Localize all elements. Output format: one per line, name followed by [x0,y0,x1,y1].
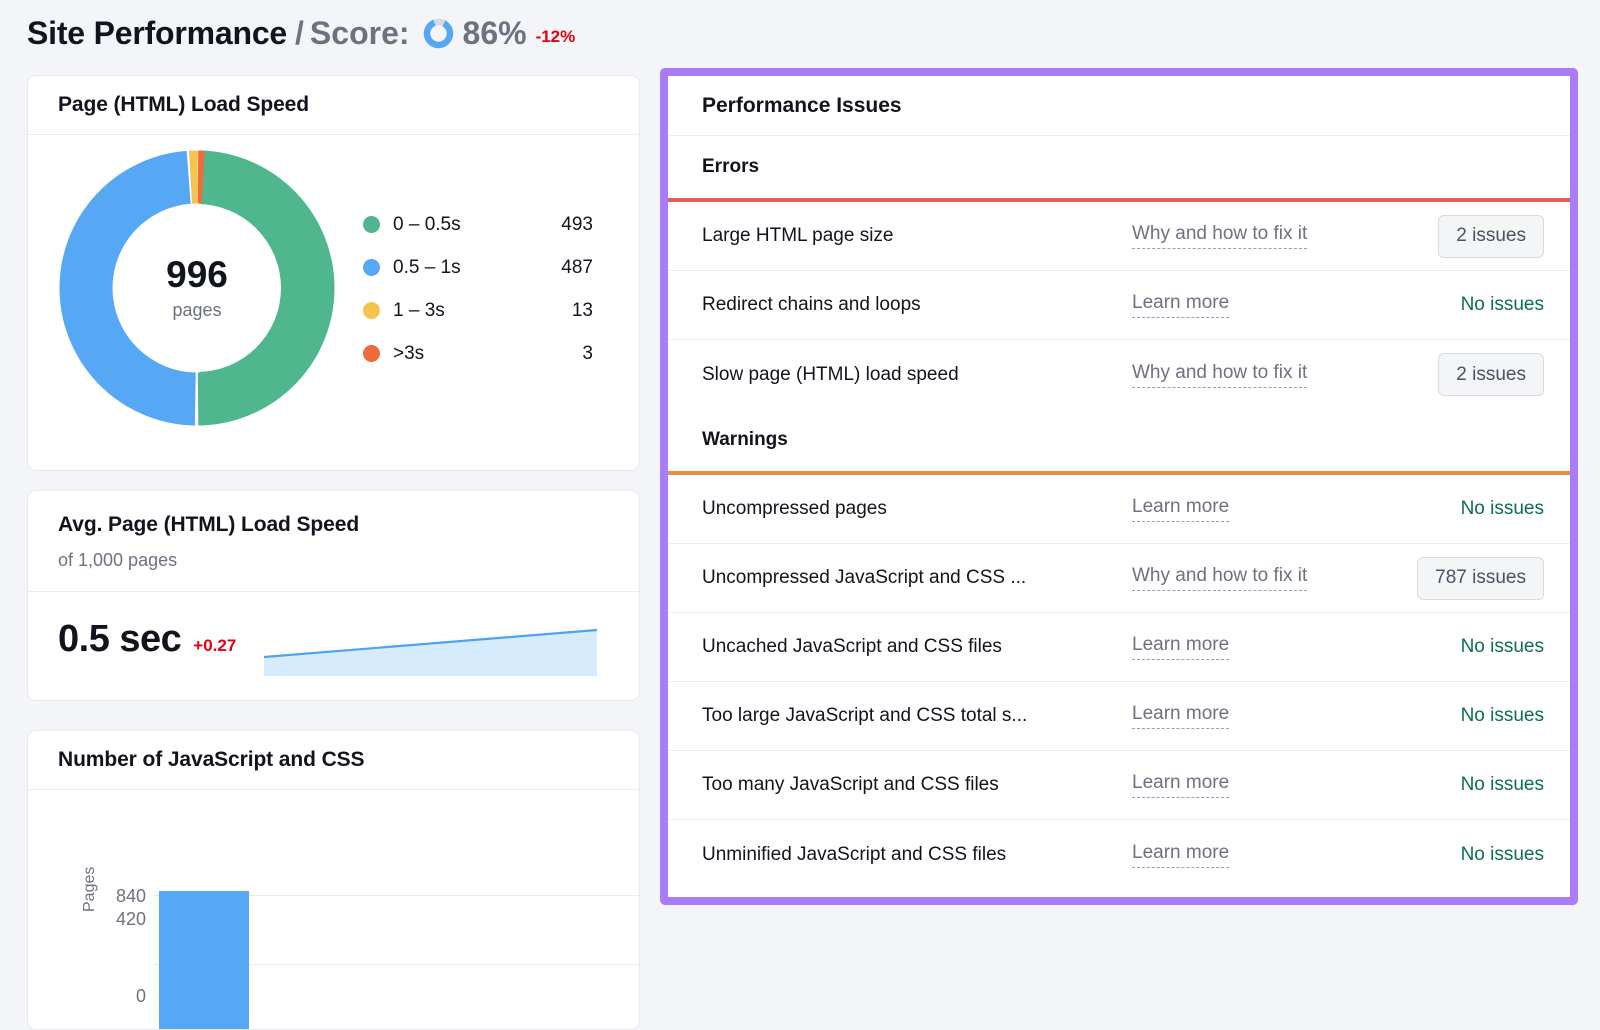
donut-legend: 0 – 0.5s 493 0.5 – 1s 487 1 – 3s 13 >3s … [363,203,593,375]
legend-label: 0.5 – 1s [393,257,539,279]
load-speed-donut-chart: 996 pages [59,150,335,426]
no-issues-label: No issues [1461,636,1544,658]
issue-help-link[interactable]: Learn more [1132,496,1229,522]
section-header-errors: Errors [668,136,1570,198]
issue-help-link[interactable]: Learn more [1132,842,1229,868]
issue-row[interactable]: Slow page (HTML) load speed Why and how … [668,340,1570,409]
legend-label: 0 – 0.5s [393,214,539,236]
issue-count-badge[interactable]: 2 issues [1438,215,1544,258]
legend-value: 487 [539,257,593,279]
legend-value: 3 [539,343,593,365]
legend-color-swatch [363,259,380,276]
issue-count-badge[interactable]: 787 issues [1417,557,1544,600]
legend-value: 493 [539,214,593,236]
issue-name: Uncompressed JavaScript and CSS ... [702,567,1132,589]
issue-status: No issues [1394,774,1544,796]
issue-help-link[interactable]: Learn more [1132,703,1229,729]
issue-status: No issues [1394,705,1544,727]
section-header-warnings: Warnings [668,409,1570,471]
donut-chart-body: 996 pages 0 – 0.5s 493 0.5 – 1s 487 1 [28,135,639,471]
js-css-bar-chart: Pages 840 420 0 [28,800,640,1030]
issue-status: No issues [1394,844,1544,866]
legend-item: 1 – 3s 13 [363,289,593,332]
no-issues-label: No issues [1461,774,1544,796]
card-title: Avg. Page (HTML) Load Speed [58,513,639,537]
card-header: Avg. Page (HTML) Load Speed of 1,000 pag… [28,491,639,592]
issue-name: Redirect chains and loops [702,294,1132,316]
issue-name: Large HTML page size [702,225,1132,247]
issue-row[interactable]: Too many JavaScript and CSS files Learn … [668,751,1570,820]
no-issues-label: No issues [1461,844,1544,866]
issue-name: Uncompressed pages [702,498,1132,520]
score-delta: -12% [536,27,576,47]
issue-row[interactable]: Uncompressed JavaScript and CSS ... Why … [668,544,1570,613]
issue-name: Too large JavaScript and CSS total s... [702,705,1132,727]
legend-item: >3s 3 [363,332,593,375]
avg-speed-body: 0.5 sec +0.27 [28,592,639,687]
legend-color-swatch [363,302,380,319]
issue-row[interactable]: Uncompressed pages Learn more No issues [668,475,1570,544]
card-title: Page (HTML) Load Speed [58,93,309,117]
y-tick-label: 840 [90,886,146,907]
issue-help-link[interactable]: Learn more [1132,292,1229,318]
legend-color-swatch [363,216,380,233]
issue-status: 787 issues [1394,557,1544,600]
issue-status: No issues [1394,636,1544,658]
issue-help-link[interactable]: Learn more [1132,634,1229,660]
card-title: Number of JavaScript and CSS [58,748,364,772]
page-title: Site Performance / Score: 86% -12% [27,10,575,56]
performance-issues-panel: Performance Issues Errors Large HTML pag… [660,68,1578,905]
issue-help-link[interactable]: Why and how to fix it [1132,362,1307,388]
avg-page-load-speed-card: Avg. Page (HTML) Load Speed of 1,000 pag… [27,490,640,701]
score-value: 86% [463,15,527,52]
issue-status: 2 issues [1394,215,1544,258]
legend-value: 13 [539,300,593,322]
legend-item: 0.5 – 1s 487 [363,246,593,289]
avg-speed-sparkline-chart [264,620,597,676]
card-subtitle: of 1,000 pages [58,550,639,571]
avg-speed-value: 0.5 sec [58,618,181,661]
issue-row[interactable]: Uncached JavaScript and CSS files Learn … [668,613,1570,682]
card-header: Page (HTML) Load Speed [28,76,639,135]
no-issues-label: No issues [1461,705,1544,727]
issue-row[interactable]: Unminified JavaScript and CSS files Lear… [668,820,1570,889]
title-separator: / [295,15,304,52]
avg-speed-delta: +0.27 [193,636,236,656]
score-label: Score: [310,15,410,52]
issue-row[interactable]: Large HTML page size Why and how to fix … [668,202,1570,271]
legend-label: 1 – 3s [393,300,539,322]
issue-name: Unminified JavaScript and CSS files [702,844,1132,866]
y-tick-label: 420 [90,909,146,930]
issue-status: No issues [1394,294,1544,316]
number-of-js-and-css-card: Number of JavaScript and CSS Pages 840 4… [27,730,640,1030]
no-issues-label: No issues [1461,294,1544,316]
panel-title: Performance Issues [702,94,902,118]
js-css-chart-body: Pages 840 420 0 [28,790,639,1030]
card-header: Number of JavaScript and CSS [28,731,639,790]
issue-row[interactable]: Redirect chains and loops Learn more No … [668,271,1570,340]
panel-header: Performance Issues [668,76,1570,136]
page-title-text: Site Performance [27,15,287,52]
legend-item: 0 – 0.5s 493 [363,203,593,246]
site-performance-dashboard: Site Performance / Score: 86% -12% Page … [0,0,1600,983]
legend-color-swatch [363,345,380,362]
page-load-speed-card: Page (HTML) Load Speed [27,75,640,471]
issue-help-link[interactable]: Learn more [1132,772,1229,798]
issue-name: Slow page (HTML) load speed [702,364,1132,386]
issue-name: Too many JavaScript and CSS files [702,774,1132,796]
score-ring-icon [423,18,454,49]
legend-label: >3s [393,343,539,365]
section-label: Errors [702,156,759,178]
issue-row[interactable]: Too large JavaScript and CSS total s... … [668,682,1570,751]
issue-status: No issues [1394,498,1544,520]
issue-help-link[interactable]: Why and how to fix it [1132,565,1307,591]
section-label: Warnings [702,429,788,451]
bar[interactable] [159,891,249,1030]
issue-status: 2 issues [1394,353,1544,396]
issue-help-link[interactable]: Why and how to fix it [1132,223,1307,249]
issue-count-badge[interactable]: 2 issues [1438,353,1544,396]
no-issues-label: No issues [1461,498,1544,520]
issue-name: Uncached JavaScript and CSS files [702,636,1132,658]
y-tick-label: 0 [90,986,146,1007]
